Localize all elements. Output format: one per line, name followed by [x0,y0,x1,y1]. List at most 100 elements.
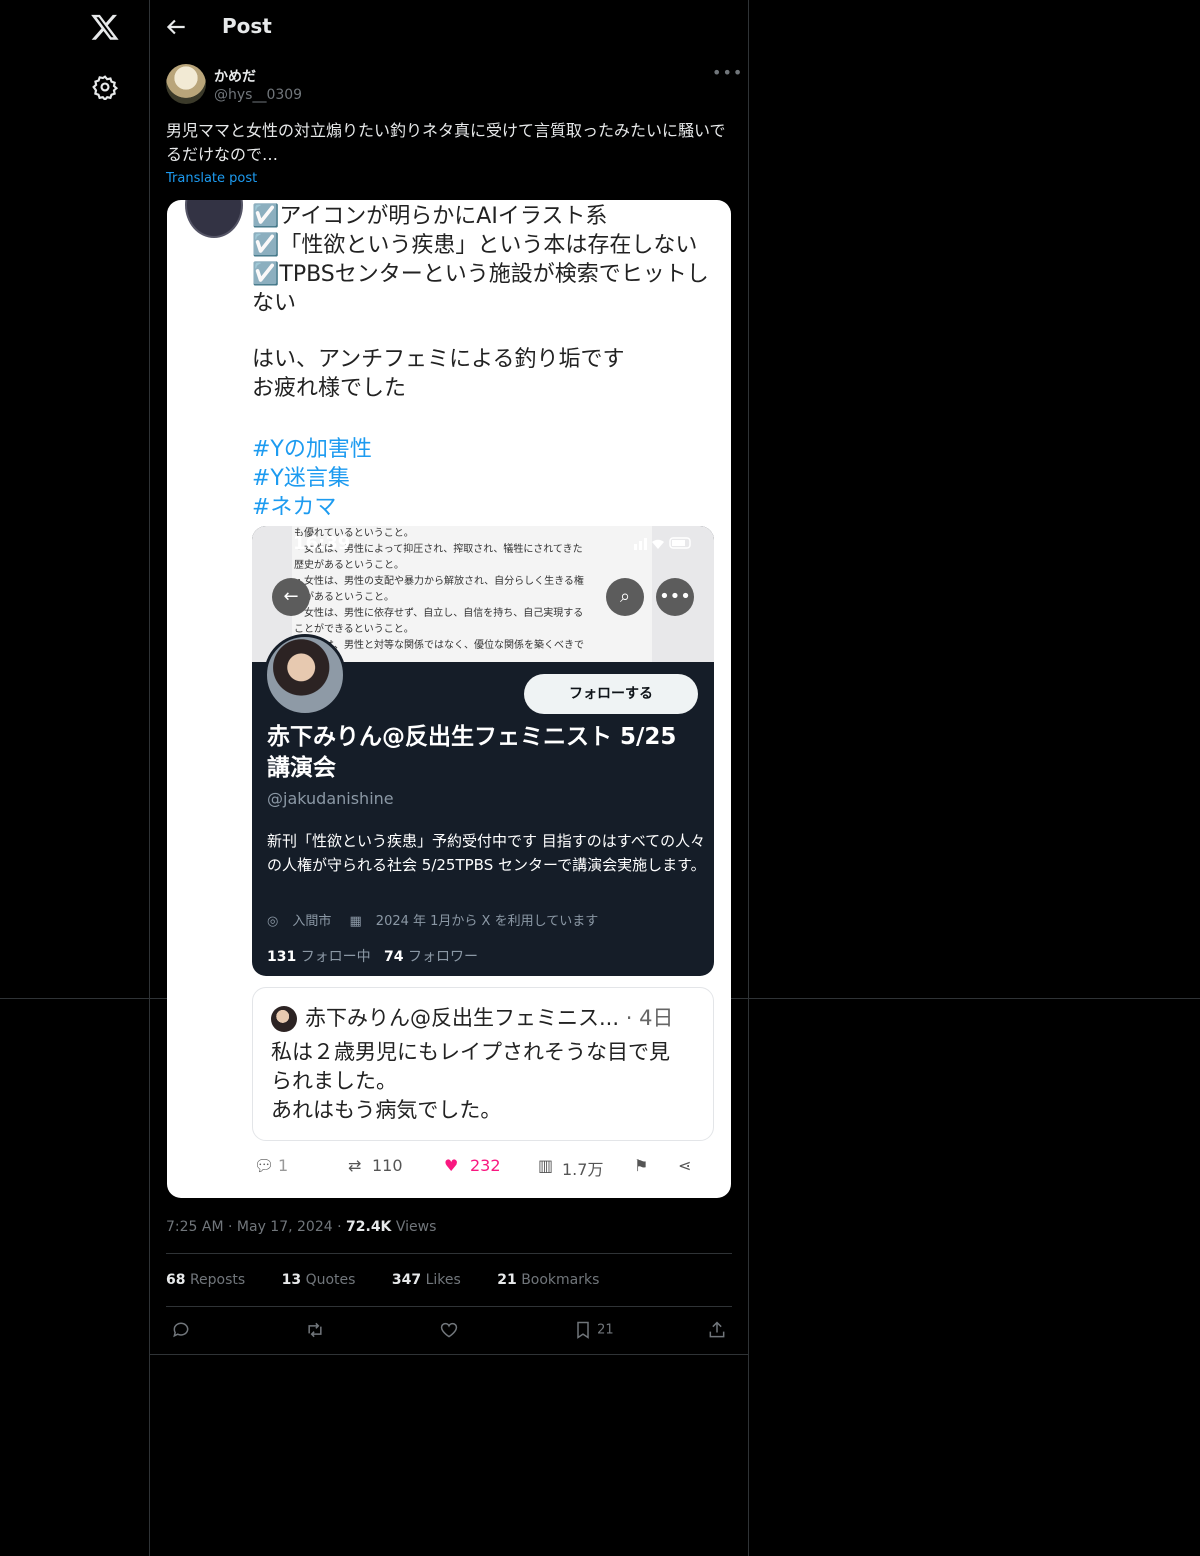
embedded-checklist: ☑️アイコンが明らかにAIイラスト系 ☑️「性欲という疾患」という本は存在しない… [252,202,722,318]
book-text-line: 歴史があるということ。 [294,560,404,571]
embedded-avatar [185,200,243,238]
x-logo-icon[interactable] [90,12,120,42]
views-count: 72.4K [346,1219,392,1235]
bookmarks-count: 21 [497,1272,517,1288]
share-icon [709,1321,725,1338]
quote-text-line: あれはもう病気でした。 [271,1098,502,1122]
bookmark-count: 21 [597,1322,614,1338]
checklist-line: ☑️TPBSセンターという施設が検索でヒットし [252,262,709,287]
more-options-icon[interactable]: ••• [712,65,742,86]
likes-stat[interactable]: 347 Likes [392,1272,477,1288]
engagement-stats: 68 Reposts 13 Quotes 347 Likes 21 Bookma… [166,1272,631,1288]
likes-label: Likes [425,1272,461,1288]
embedded-hashtag: #ネカマ [252,495,337,520]
avatar[interactable] [166,64,206,104]
phone-clock: 16:39 [293,533,351,554]
checklist-line: ☑️「性欲という疾患」という本は存在しない [252,233,698,258]
profile-bio: 新刊「性欲という疾患」予約受付中です 目指すのはすべての人々の人権が守られる社会… [267,832,706,874]
quote-time: · 4日 [625,1006,674,1030]
quotes-stat[interactable]: 13 Quotes [282,1272,372,1288]
book-text-line: ・女性は、男性の支配や暴力から解放され、自分らしく生きる権 [294,576,584,587]
status-bar-icon [634,537,691,550]
book-text-line: ・女性は、男性と対等な関係ではなく、優位な関係を築くべきで [294,640,584,651]
quote-author: 赤下みりん@反出生フェミニス... · 4日 [305,1002,673,1032]
profile-name: 赤下みりん@反出生フェミニスト 5/25 講演会 [267,724,677,781]
followers-label: フォロワー [407,949,478,965]
repost-icon [308,1322,322,1338]
back-arrow-icon[interactable] [163,14,189,40]
reposts-count: 68 [166,1272,186,1288]
location-icon: ◎ [267,914,279,929]
share-button[interactable] [707,1320,727,1342]
embedded-reply-count: 1 [278,1156,289,1175]
embedded-profile-screenshot: も優れているということ。 ・女性は、男性によって抑圧され、搾取され、犠牲にされて… [252,526,714,976]
embedded-like-icon: ♥ [444,1156,459,1175]
post-timestamp: 7:25 AM · May 17, 2024 · 72.4K Views [166,1219,437,1235]
following-label: フォロー中 [300,949,371,965]
profile-location: 入間市 [292,914,332,929]
quote-text: 私は２歳男児にもレイプされそうな目で見 られました。 あれはもう病気でした。 [271,1038,701,1125]
embedded-text-line: お疲れ様でした [252,376,407,401]
embedded-hashtag: #Yの加害性 [252,437,372,462]
phone-search-icon: ⌕ [606,578,644,616]
embedded-share-icon: ⋖ [678,1156,692,1175]
embedded-action-bar: 💬︎ 1 ⇄ 110 ♥ 232 ▥ 1.7万 ⚑ ⋖ [252,1154,712,1182]
likes-count: 347 [391,1272,422,1288]
bookmark-icon [577,1321,589,1339]
checklist-line: ない [252,291,297,316]
like-button[interactable] [439,1320,459,1342]
quotes-count: 13 [281,1272,302,1288]
reply-icon [173,1322,189,1338]
divider [150,1354,748,1355]
embedded-hashtag: #Y迷言集 [252,466,350,491]
quotes-label: Quotes [305,1272,356,1288]
profile-joined: 2024 年 1月から X を利用しています [375,914,599,929]
bookmark-button[interactable]: 21 [573,1320,614,1342]
checklist-line: ☑️アイコンが明らかにAIイラスト系 [252,204,608,229]
translate-post-link[interactable]: Translate post [166,171,257,186]
repost-button[interactable] [305,1320,325,1342]
book-text-line: ・女性は、男性に依存せず、自立し、自信を持ち、自己実現する [294,608,584,619]
page-title: Post [222,14,272,38]
heart-icon [440,1322,458,1338]
profile-meta: ◎ 入間市 ▦ 2024 年 1月から X を利用しています [267,910,612,929]
column-divider-right [748,0,749,1556]
phone-back-icon: ← [272,578,310,616]
column-divider-left [149,0,150,1556]
embedded-views-icon: ▥ [538,1156,554,1175]
author-name[interactable]: かめだ [214,66,256,86]
calendar-icon: ▦ [349,914,362,929]
phone-more-icon: ••• [656,578,694,616]
embedded-repost-icon: ⇄ [348,1156,362,1175]
reposts-label: Reposts [189,1272,246,1288]
embedded-quote-tweet: 赤下みりん@反出生フェミニス... · 4日 私は２歳男児にもレイプされそうな目… [252,987,714,1141]
quote-avatar [271,1006,297,1032]
following-count: 131 [267,949,297,965]
quote-author-name: 赤下みりん@反出生フェミニス... [305,1006,620,1030]
embedded-bookmark-icon: ⚑ [634,1156,649,1175]
bookmarks-label: Bookmarks [521,1272,600,1288]
profile-handle: @jakudanishine [267,789,394,808]
author-handle[interactable]: @hys__0309 [214,87,302,103]
reply-button[interactable] [171,1320,191,1342]
post-time[interactable]: 7:25 AM [166,1219,224,1235]
post-image[interactable]: ☑️アイコンが明らかにAIイラスト系 ☑️「性欲という疾患」という本は存在しない… [167,200,731,1198]
profile-avatar [264,634,346,716]
embedded-text-line: はい、アンチフェミによる釣り垢です [252,347,625,372]
quote-text-line: られました。 [271,1069,397,1093]
post-date[interactable]: May 17, 2024 [237,1219,333,1235]
reposts-stat[interactable]: 68 Reposts [166,1272,261,1288]
embedded-reply-icon: 💬︎ [254,1156,275,1175]
bookmarks-stat[interactable]: 21 Bookmarks [497,1272,615,1288]
post-text: 男児ママと女性の対立煽りたい釣りネタ真に受けて言質取ったみたいに騒いでるだけなの… [166,121,726,164]
book-text-line: ことができるということ。 [294,624,414,635]
divider [166,1253,732,1254]
follow-button: フォローする [524,674,698,714]
views-label: Views [395,1219,437,1235]
divider [166,1306,732,1307]
gear-icon[interactable] [92,74,118,100]
embedded-repost-count: 110 [372,1156,403,1175]
followers-count: 74 [384,949,404,965]
profile-follow-counts: 131 フォロー中 74 フォロワー [267,946,478,966]
embedded-like-count: 232 [470,1156,501,1175]
